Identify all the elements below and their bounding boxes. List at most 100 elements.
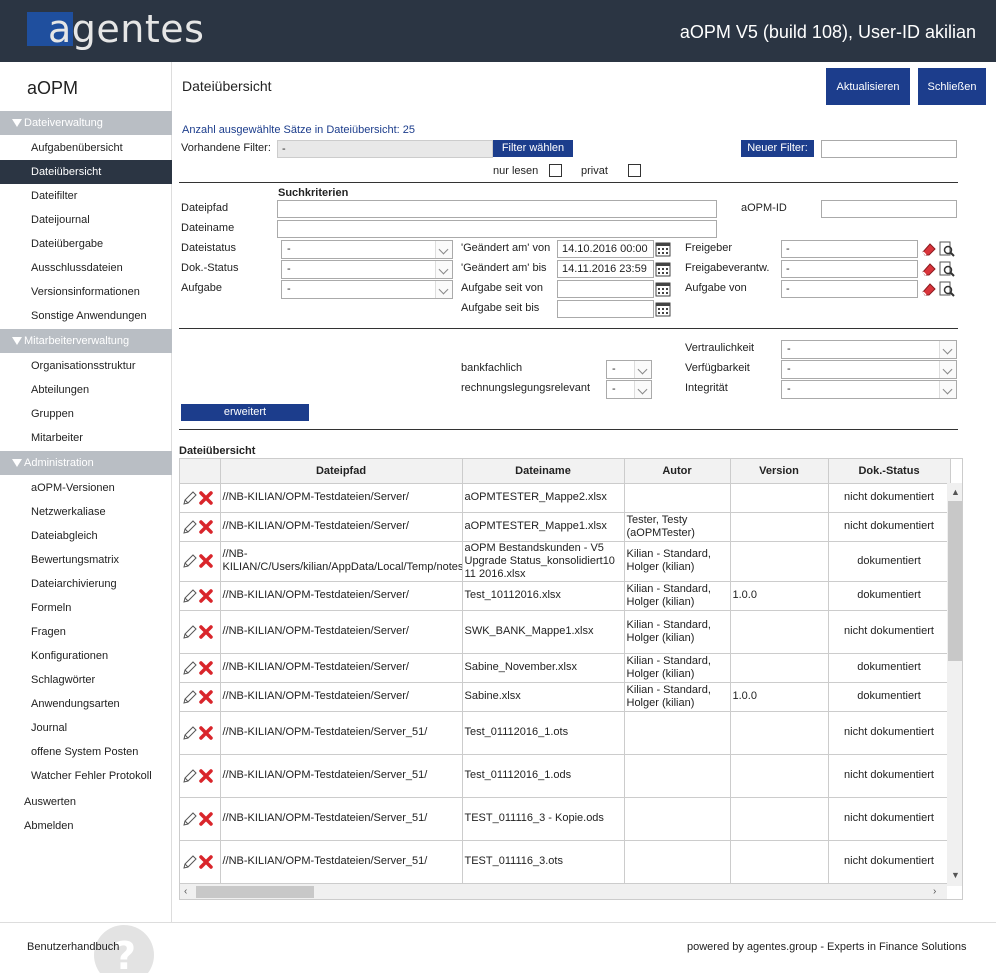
sidebar-item[interactable]: Netzwerkaliase — [0, 500, 172, 524]
scroll-right-icon[interactable]: › — [933, 886, 936, 897]
h-scrollbar-thumb[interactable] — [196, 886, 314, 898]
eraser-icon[interactable] — [920, 240, 938, 258]
table-row[interactable]: //NB-KILIAN/OPM-Testdateien/Server_51/TE… — [180, 840, 951, 884]
sidebar-item[interactable]: Sonstige Anwendungen — [0, 304, 172, 328]
edit-pencil-icon[interactable] — [182, 660, 198, 676]
sidebar-item[interactable]: Dateiarchivierung — [0, 572, 172, 596]
task-by-input[interactable]: - — [781, 280, 918, 298]
choose-filter-button[interactable]: Filter wählen — [493, 140, 573, 157]
approver-input[interactable]: - — [781, 240, 918, 258]
sidebar-item[interactable]: Dateiübersicht — [0, 160, 172, 184]
sidebar-item[interactable]: Fragen — [0, 620, 172, 644]
integrity-select[interactable]: - — [781, 380, 957, 399]
table-row[interactable]: //NB-KILIAN/OPM-Testdateien/Server/Sabin… — [180, 653, 951, 683]
approval-owner-input[interactable]: - — [781, 260, 918, 278]
readonly-checkbox[interactable] — [549, 164, 562, 177]
scrollbar-thumb[interactable] — [948, 501, 962, 661]
sidebar-item-bottom[interactable]: Abmelden — [0, 814, 172, 838]
sidebar-item[interactable]: aOPM-Versionen — [0, 476, 172, 500]
sidebar-item-bottom[interactable]: Auswerten — [0, 790, 172, 814]
changed-to-input[interactable]: 14.11.2016 23:59 — [557, 260, 654, 278]
sidebar-section-1[interactable]: Mitarbeiterverwaltung — [0, 329, 172, 353]
header-filename[interactable]: Dateiname — [462, 459, 625, 484]
task-to-input[interactable] — [557, 300, 654, 318]
edit-pencil-icon[interactable] — [182, 519, 198, 535]
banking-select[interactable]: - — [606, 360, 652, 379]
search-icon[interactable] — [938, 240, 956, 258]
edit-pencil-icon[interactable] — [182, 725, 198, 741]
scroll-left-icon[interactable]: ‹ — [184, 886, 187, 897]
header-version[interactable]: Version — [730, 459, 829, 484]
horizontal-scrollbar[interactable]: ‹ › — [180, 884, 947, 899]
delete-x-icon[interactable] — [198, 854, 214, 870]
edit-pencil-icon[interactable] — [182, 588, 198, 604]
table-row[interactable]: //NB-KILIAN/C/Users/kilian/AppData/Local… — [180, 541, 951, 582]
header-doc-status[interactable]: Dok.-Status — [828, 459, 951, 484]
close-button[interactable]: Schließen — [918, 68, 986, 105]
delete-x-icon[interactable] — [198, 519, 214, 535]
header-path[interactable]: Dateipfad — [220, 459, 463, 484]
confidentiality-select[interactable]: - — [781, 340, 957, 359]
table-row[interactable]: //NB-KILIAN/OPM-Testdateien/Server_51/TE… — [180, 797, 951, 841]
edit-pencil-icon[interactable] — [182, 553, 198, 569]
table-row[interactable]: //NB-KILIAN/OPM-Testdateien/Server_51/Te… — [180, 711, 951, 755]
table-row[interactable]: //NB-KILIAN/OPM-Testdateien/Server/aOPMT… — [180, 483, 951, 513]
table-row[interactable]: //NB-KILIAN/OPM-Testdateien/Server/Sabin… — [180, 682, 951, 712]
existing-filter-field[interactable]: - — [277, 140, 493, 158]
private-checkbox[interactable] — [628, 164, 641, 177]
vertical-scrollbar[interactable]: ▲ ▼ — [947, 483, 962, 886]
sidebar-item[interactable]: Dateiübergabe — [0, 232, 172, 256]
sidebar-item[interactable]: Watcher Fehler Protokoll — [0, 764, 172, 788]
delete-x-icon[interactable] — [198, 811, 214, 827]
edit-pencil-icon[interactable] — [182, 854, 198, 870]
task-from-input[interactable] — [557, 280, 654, 298]
sidebar-section-0[interactable]: Dateiverwaltung — [0, 111, 172, 135]
sidebar-item[interactable]: Konfigurationen — [0, 644, 172, 668]
edit-pencil-icon[interactable] — [182, 689, 198, 705]
sidebar-item[interactable]: Anwendungsarten — [0, 692, 172, 716]
aopm-id-input[interactable] — [821, 200, 957, 218]
delete-x-icon[interactable] — [198, 660, 214, 676]
filename-input[interactable] — [277, 220, 717, 238]
sidebar-item[interactable]: Bewertungsmatrix — [0, 548, 172, 572]
sidebar-item[interactable]: Organisationsstruktur — [0, 354, 172, 378]
sidebar-item[interactable]: Aufgabenübersicht — [0, 136, 172, 160]
refresh-button[interactable]: Aktualisieren — [826, 68, 910, 105]
calendar-icon[interactable] — [655, 301, 671, 317]
delete-x-icon[interactable] — [198, 624, 214, 640]
delete-x-icon[interactable] — [198, 490, 214, 506]
table-row[interactable]: //NB-KILIAN/OPM-Testdateien/Server_51/Te… — [180, 754, 951, 798]
sidebar-item[interactable]: Abteilungen — [0, 378, 172, 402]
new-filter-input[interactable] — [821, 140, 957, 158]
scroll-up-icon[interactable]: ▲ — [951, 487, 960, 497]
sidebar-item[interactable]: Ausschlussdateien — [0, 256, 172, 280]
file-status-select[interactable]: - — [281, 240, 453, 259]
table-row[interactable]: //NB-KILIAN/OPM-Testdateien/Server/SWK_B… — [180, 610, 951, 654]
eraser-icon[interactable] — [920, 260, 938, 278]
sidebar-item[interactable]: Dateiabgleich — [0, 524, 172, 548]
calendar-icon[interactable] — [655, 261, 671, 277]
sidebar-item[interactable]: Dateifilter — [0, 184, 172, 208]
scroll-down-icon[interactable]: ▼ — [951, 870, 960, 880]
calendar-icon[interactable] — [655, 281, 671, 297]
search-icon[interactable] — [938, 260, 956, 278]
accounting-select[interactable]: - — [606, 380, 652, 399]
edit-pencil-icon[interactable] — [182, 490, 198, 506]
path-input[interactable] — [277, 200, 717, 218]
delete-x-icon[interactable] — [198, 588, 214, 604]
delete-x-icon[interactable] — [198, 725, 214, 741]
sidebar-item[interactable]: Journal — [0, 716, 172, 740]
header-author[interactable]: Autor — [624, 459, 731, 484]
sidebar-item[interactable]: Formeln — [0, 596, 172, 620]
sidebar-item[interactable]: Dateijournal — [0, 208, 172, 232]
delete-x-icon[interactable] — [198, 768, 214, 784]
table-row[interactable]: //NB-KILIAN/OPM-Testdateien/Server/Test_… — [180, 581, 951, 611]
edit-pencil-icon[interactable] — [182, 811, 198, 827]
sidebar-item[interactable]: offene System Posten — [0, 740, 172, 764]
table-row[interactable]: //NB-KILIAN/OPM-Testdateien/Server/aOPMT… — [180, 512, 951, 542]
delete-x-icon[interactable] — [198, 689, 214, 705]
sidebar-item[interactable]: Versionsinformationen — [0, 280, 172, 304]
new-filter-button[interactable]: Neuer Filter: — [741, 140, 814, 157]
delete-x-icon[interactable] — [198, 553, 214, 569]
edit-pencil-icon[interactable] — [182, 624, 198, 640]
